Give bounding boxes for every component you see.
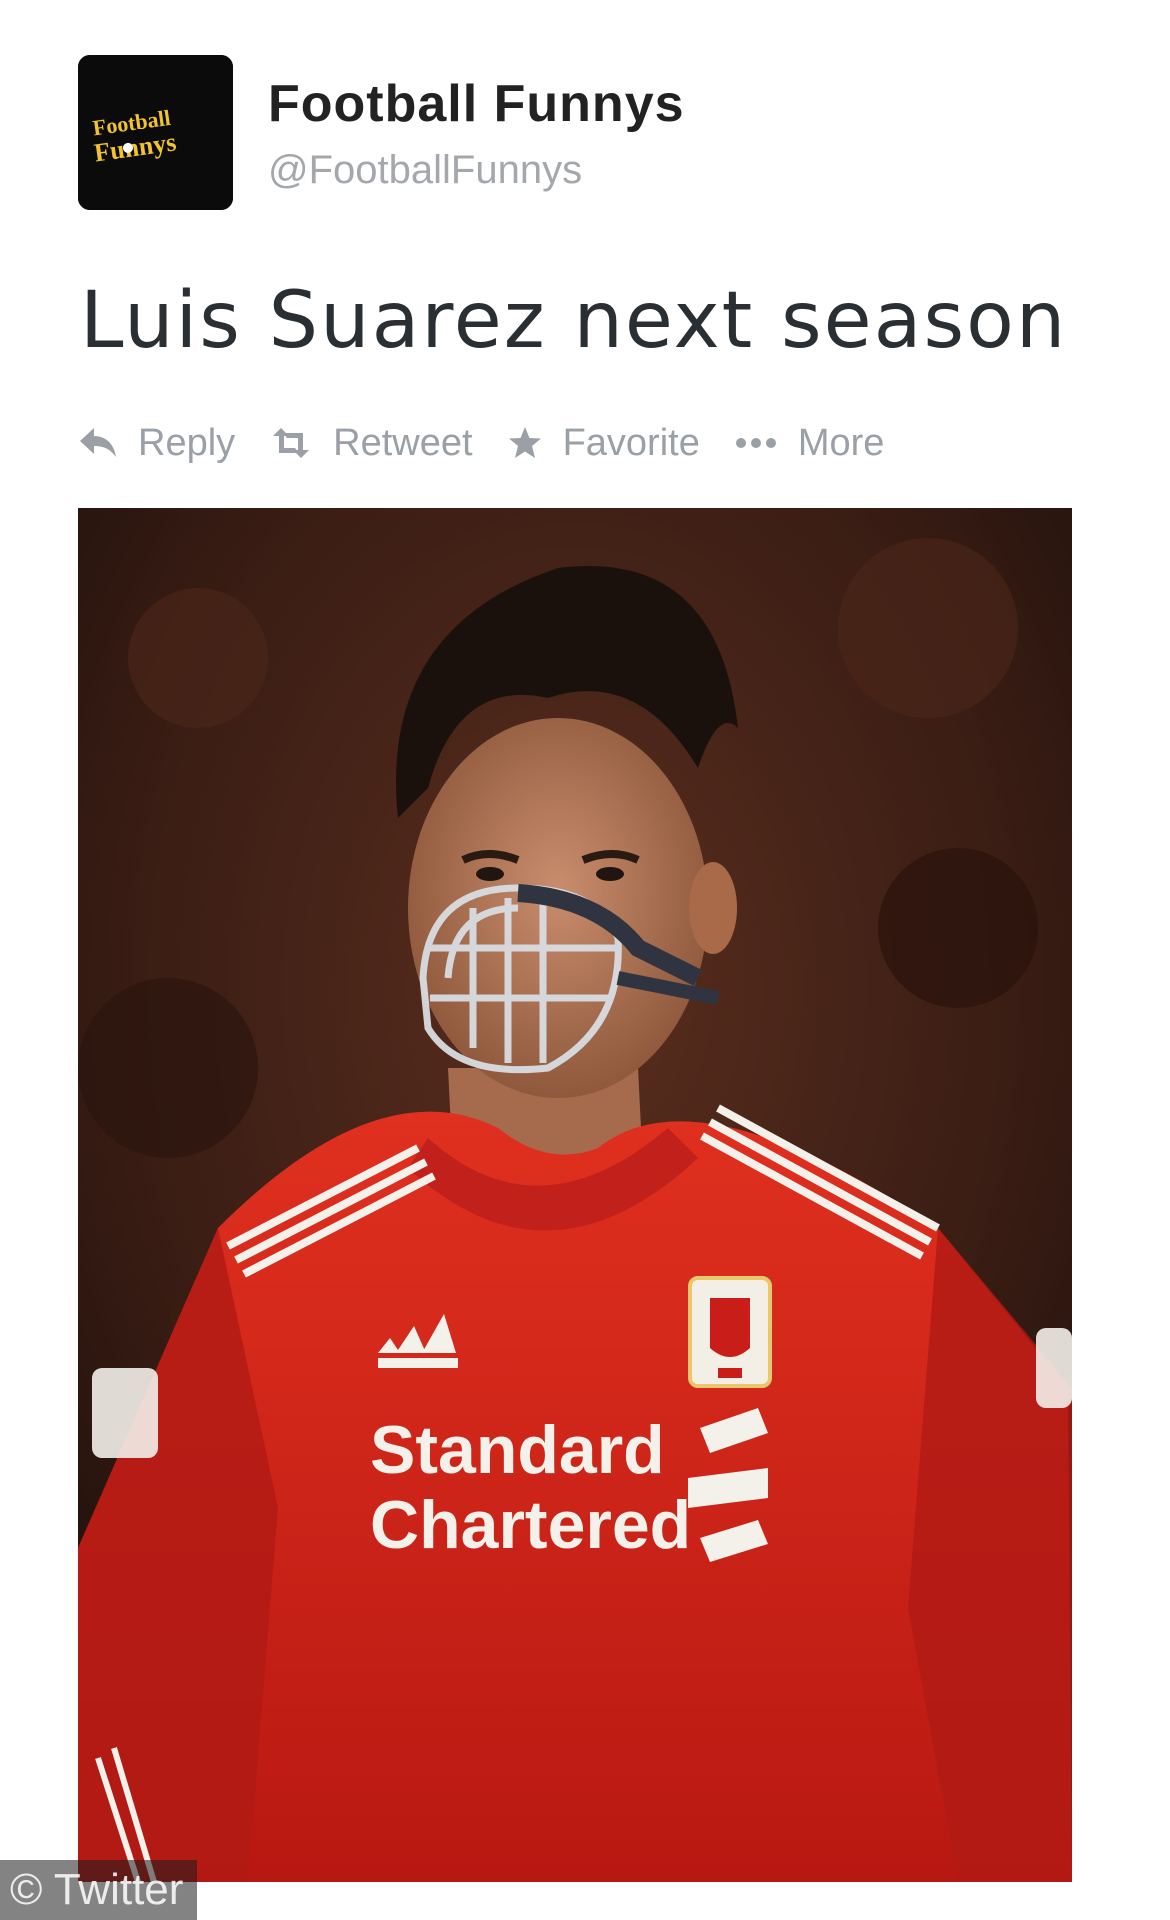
reply-label: Reply — [138, 421, 236, 464]
profile-avatar[interactable]: Football Funnys — [78, 55, 233, 210]
more-label: More — [797, 421, 885, 464]
reply-icon — [78, 426, 118, 460]
sponsor-line-2: Chartered — [370, 1487, 691, 1563]
star-icon — [507, 425, 543, 461]
tweet-photo[interactable]: Standard Chartered — [78, 508, 1072, 1882]
more-button[interactable]: More — [734, 421, 885, 465]
tweet-page: Football Funnys Football Funnys @Footbal… — [0, 0, 1170, 1920]
user-handle[interactable]: @FootballFunnys — [268, 148, 582, 193]
retweet-label: Retweet — [333, 421, 473, 464]
club-crest — [688, 1276, 772, 1388]
retweet-button[interactable]: Retweet — [269, 421, 473, 465]
sponsor-line-1: Standard — [370, 1412, 665, 1488]
retweet-icon — [269, 426, 313, 460]
favorite-button[interactable]: Favorite — [507, 422, 700, 465]
avatar-logo: Football Funnys — [78, 55, 233, 210]
photo-illustration: Standard Chartered — [78, 508, 1072, 1882]
more-dots-icon — [734, 436, 778, 450]
tweet-text: Luis Suarez next season — [80, 276, 1068, 366]
favorite-label: Favorite — [562, 421, 700, 464]
tweet-actions: Reply Retweet Favorite More — [78, 418, 918, 468]
photo-credit: © Twitter — [0, 1860, 198, 1920]
reply-button[interactable]: Reply — [78, 422, 235, 465]
display-name[interactable]: Football Funnys — [268, 74, 685, 134]
